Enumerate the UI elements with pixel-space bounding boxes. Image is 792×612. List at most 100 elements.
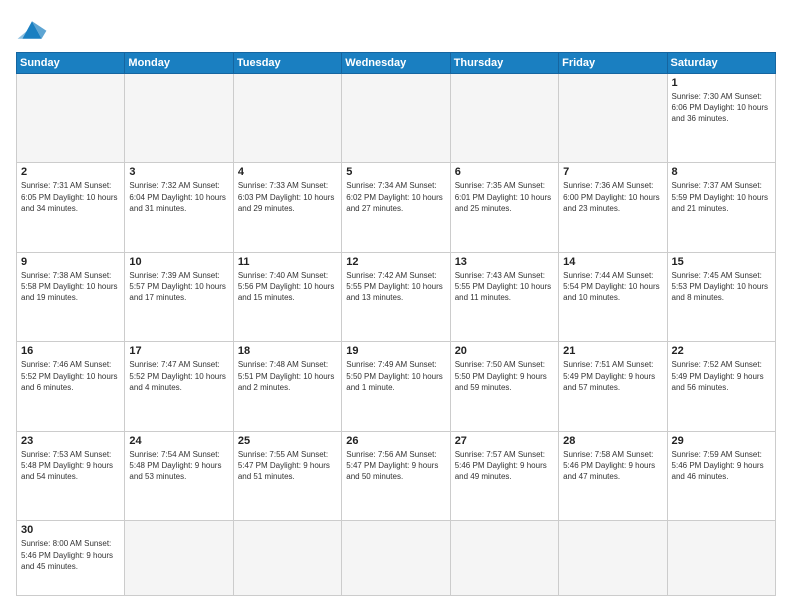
calendar-cell [233, 74, 341, 163]
day-number: 2 [21, 166, 120, 178]
calendar-cell: 29Sunrise: 7:59 AM Sunset: 5:46 PM Dayli… [667, 431, 775, 520]
week-row-3: 16 Sunrise: 7:46 AM Sunset: 5:52 PM Dayli… [17, 342, 776, 431]
day-info: Sunrise: 8:00 AM Sunset: 5:46 PM Dayligh… [21, 538, 120, 572]
day-info: Sunrise: 7:57 AM Sunset: 5:46 PM Dayligh… [455, 449, 554, 483]
day-info: Sunrise: 7:50 AM Sunset: 5:50 PM Dayligh… [455, 359, 554, 393]
day-info: Sunrise: 7:30 AM Sunset: 6:06 PM Dayligh… [672, 91, 771, 125]
day-info: Sunrise: 7:34 AM Sunset: 6:02 PM Dayligh… [346, 180, 445, 214]
day-info: Sunrise: 7:48 AM Sunset: 5:51 PM Dayligh… [238, 359, 337, 393]
calendar-cell: 24Sunrise: 7:54 AM Sunset: 5:48 PM Dayli… [125, 431, 233, 520]
day-number: 11 [238, 256, 337, 268]
day-info: Sunrise: 7:43 AM Sunset: 5:55 PM Dayligh… [455, 270, 554, 304]
calendar-cell: 2 Sunrise: 7:31 AM Sunset: 6:05 PM Daylig… [17, 163, 125, 252]
day-number: 22 [672, 345, 771, 357]
calendar-cell: 3Sunrise: 7:32 AM Sunset: 6:04 PM Daylig… [125, 163, 233, 252]
calendar-cell: 12Sunrise: 7:42 AM Sunset: 5:55 PM Dayli… [342, 252, 450, 341]
calendar-cell: 15 Sunrise: 7:45 AM Sunset: 5:53 PM Dayli… [667, 252, 775, 341]
calendar-cell: 28Sunrise: 7:58 AM Sunset: 5:46 PM Dayli… [559, 431, 667, 520]
day-number: 29 [672, 435, 771, 447]
day-number: 17 [129, 345, 228, 357]
day-number: 6 [455, 166, 554, 178]
calendar-cell: 11 Sunrise: 7:40 AM Sunset: 5:56 PM Dayli… [233, 252, 341, 341]
day-number: 14 [563, 256, 662, 268]
calendar-cell: 18 Sunrise: 7:48 AM Sunset: 5:51 PM Dayli… [233, 342, 341, 431]
day-number: 13 [455, 256, 554, 268]
week-row-0: 1 Sunrise: 7:30 AM Sunset: 6:06 PM Daylig… [17, 74, 776, 163]
calendar-cell: 13 Sunrise: 7:43 AM Sunset: 5:55 PM Dayli… [450, 252, 558, 341]
day-info: Sunrise: 7:47 AM Sunset: 5:52 PM Dayligh… [129, 359, 228, 393]
day-info: Sunrise: 7:42 AM Sunset: 5:55 PM Dayligh… [346, 270, 445, 304]
logo [16, 16, 52, 44]
weekday-header-sunday: Sunday [17, 53, 125, 74]
calendar-cell [667, 521, 775, 596]
day-info: Sunrise: 7:44 AM Sunset: 5:54 PM Dayligh… [563, 270, 662, 304]
calendar-cell: 14 Sunrise: 7:44 AM Sunset: 5:54 PM Dayli… [559, 252, 667, 341]
day-info: Sunrise: 7:51 AM Sunset: 5:49 PM Dayligh… [563, 359, 662, 393]
calendar-cell: 7 Sunrise: 7:36 AM Sunset: 6:00 PM Daylig… [559, 163, 667, 252]
calendar-cell: 1 Sunrise: 7:30 AM Sunset: 6:06 PM Daylig… [667, 74, 775, 163]
day-number: 23 [21, 435, 120, 447]
day-info: Sunrise: 7:49 AM Sunset: 5:50 PM Dayligh… [346, 359, 445, 393]
header [16, 16, 776, 44]
calendar-cell: 5Sunrise: 7:34 AM Sunset: 6:02 PM Daylig… [342, 163, 450, 252]
calendar-cell [559, 74, 667, 163]
day-number: 7 [563, 166, 662, 178]
day-info: Sunrise: 7:38 AM Sunset: 5:58 PM Dayligh… [21, 270, 120, 304]
weekday-header-row: SundayMondayTuesdayWednesdayThursdayFrid… [17, 53, 776, 74]
calendar-cell [450, 521, 558, 596]
calendar-cell: 20 Sunrise: 7:50 AM Sunset: 5:50 PM Dayli… [450, 342, 558, 431]
calendar-cell [125, 74, 233, 163]
day-info: Sunrise: 7:54 AM Sunset: 5:48 PM Dayligh… [129, 449, 228, 483]
calendar-cell [559, 521, 667, 596]
day-number: 21 [563, 345, 662, 357]
calendar-cell: 26Sunrise: 7:56 AM Sunset: 5:47 PM Dayli… [342, 431, 450, 520]
calendar-cell: 25 Sunrise: 7:55 AM Sunset: 5:47 PM Dayli… [233, 431, 341, 520]
day-number: 30 [21, 524, 120, 536]
day-info: Sunrise: 7:40 AM Sunset: 5:56 PM Dayligh… [238, 270, 337, 304]
weekday-header-monday: Monday [125, 53, 233, 74]
calendar-cell: 19 Sunrise: 7:49 AM Sunset: 5:50 PM Dayli… [342, 342, 450, 431]
logo-icon [16, 16, 48, 44]
day-number: 27 [455, 435, 554, 447]
day-info: Sunrise: 7:45 AM Sunset: 5:53 PM Dayligh… [672, 270, 771, 304]
day-number: 19 [346, 345, 445, 357]
day-info: Sunrise: 7:55 AM Sunset: 5:47 PM Dayligh… [238, 449, 337, 483]
day-info: Sunrise: 7:35 AM Sunset: 6:01 PM Dayligh… [455, 180, 554, 214]
week-row-4: 23Sunrise: 7:53 AM Sunset: 5:48 PM Dayli… [17, 431, 776, 520]
page: SundayMondayTuesdayWednesdayThursdayFrid… [0, 0, 792, 612]
day-info: Sunrise: 7:58 AM Sunset: 5:46 PM Dayligh… [563, 449, 662, 483]
calendar-cell [17, 74, 125, 163]
calendar-cell: 27 Sunrise: 7:57 AM Sunset: 5:46 PM Dayli… [450, 431, 558, 520]
calendar-cell: 6 Sunrise: 7:35 AM Sunset: 6:01 PM Daylig… [450, 163, 558, 252]
day-info: Sunrise: 7:56 AM Sunset: 5:47 PM Dayligh… [346, 449, 445, 483]
calendar-cell [342, 521, 450, 596]
day-number: 10 [129, 256, 228, 268]
calendar-cell: 17 Sunrise: 7:47 AM Sunset: 5:52 PM Dayli… [125, 342, 233, 431]
day-number: 8 [672, 166, 771, 178]
day-number: 25 [238, 435, 337, 447]
day-number: 9 [21, 256, 120, 268]
calendar-cell: 9 Sunrise: 7:38 AM Sunset: 5:58 PM Daylig… [17, 252, 125, 341]
day-info: Sunrise: 7:33 AM Sunset: 6:03 PM Dayligh… [238, 180, 337, 214]
calendar-cell [450, 74, 558, 163]
day-number: 15 [672, 256, 771, 268]
calendar-cell: 30 Sunrise: 8:00 AM Sunset: 5:46 PM Dayli… [17, 521, 125, 596]
calendar-table: SundayMondayTuesdayWednesdayThursdayFrid… [16, 52, 776, 596]
day-number: 16 [21, 345, 120, 357]
weekday-header-wednesday: Wednesday [342, 53, 450, 74]
day-number: 1 [672, 77, 771, 89]
day-info: Sunrise: 7:32 AM Sunset: 6:04 PM Dayligh… [129, 180, 228, 214]
weekday-header-saturday: Saturday [667, 53, 775, 74]
day-info: Sunrise: 7:31 AM Sunset: 6:05 PM Dayligh… [21, 180, 120, 214]
weekday-header-tuesday: Tuesday [233, 53, 341, 74]
day-info: Sunrise: 7:46 AM Sunset: 5:52 PM Dayligh… [21, 359, 120, 393]
day-info: Sunrise: 7:36 AM Sunset: 6:00 PM Dayligh… [563, 180, 662, 214]
calendar-cell [342, 74, 450, 163]
calendar-cell: 23Sunrise: 7:53 AM Sunset: 5:48 PM Dayli… [17, 431, 125, 520]
calendar-cell: 22Sunrise: 7:52 AM Sunset: 5:49 PM Dayli… [667, 342, 775, 431]
day-number: 18 [238, 345, 337, 357]
calendar-cell [125, 521, 233, 596]
day-number: 20 [455, 345, 554, 357]
calendar-cell: 8Sunrise: 7:37 AM Sunset: 5:59 PM Daylig… [667, 163, 775, 252]
weekday-header-thursday: Thursday [450, 53, 558, 74]
